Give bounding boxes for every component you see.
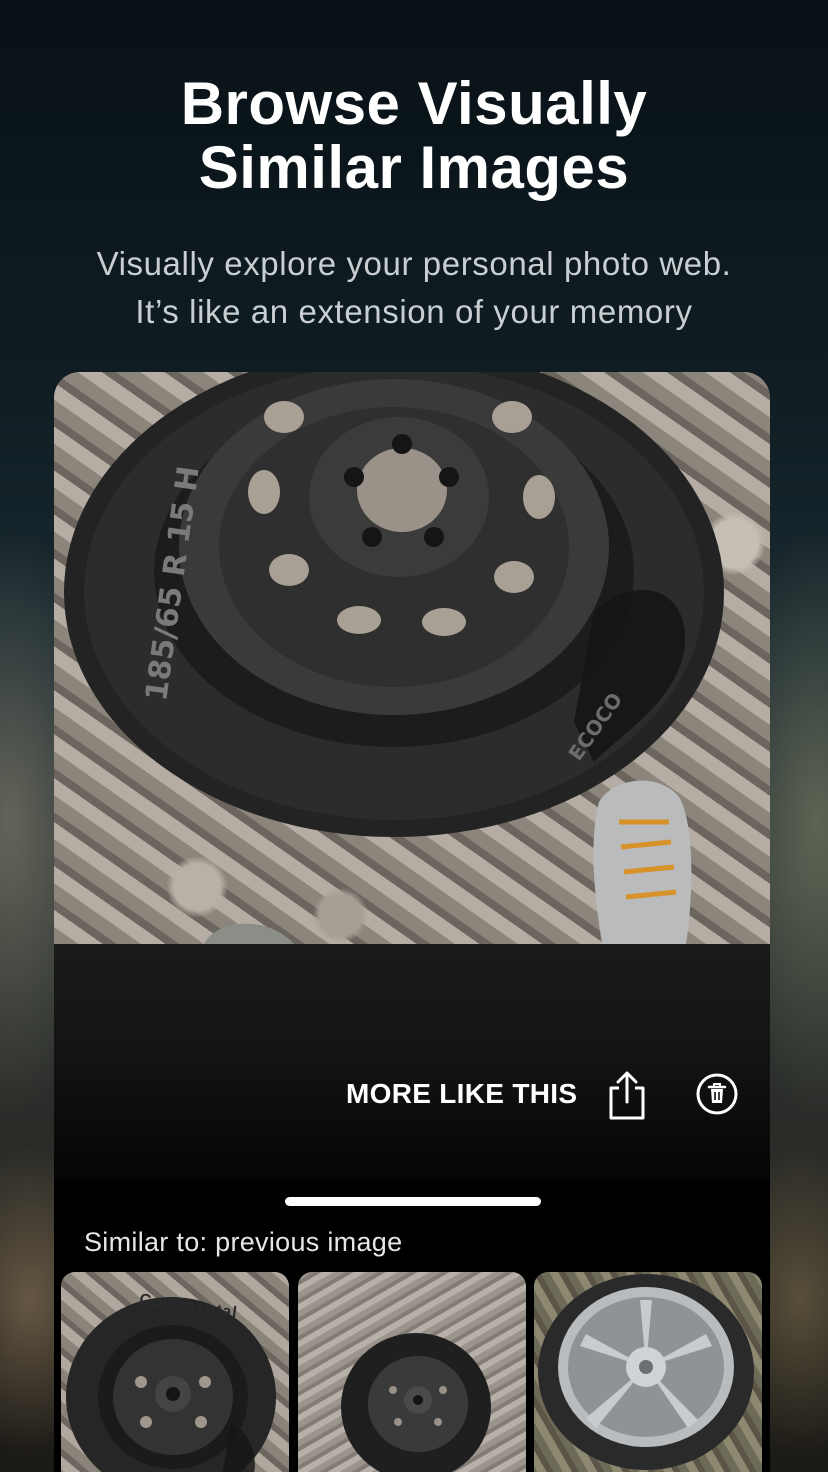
thumbnail-tire-illustration [341, 1333, 491, 1472]
similar-thumbnail[interactable] [534, 1272, 762, 1472]
similar-thumbnails: Continental [61, 1272, 765, 1472]
tire-illustration: 185/65 R 15 H ECOCO [64, 372, 724, 944]
photo-action-bar: MORE LIKE THIS [54, 1068, 770, 1128]
page-subtitle: Visually explore your personal photo web… [96, 245, 732, 330]
main-photo[interactable]: 185/65 R 15 H ECOCO [54, 372, 770, 944]
similar-section-label: Similar to: previous image [84, 1227, 403, 1257]
photo-overlay-gradient [54, 944, 770, 1180]
more-like-this-button[interactable]: MORE LIKE THIS [346, 1078, 577, 1110]
page-title: Browse Visually Similar Images [180, 70, 648, 201]
similar-thumbnail[interactable]: Continental [61, 1272, 289, 1472]
share-icon[interactable] [603, 1068, 651, 1124]
thumbnail-alloy-wheel-illustration [538, 1274, 754, 1470]
photo-viewer-card: 185/65 R 15 H ECOCO MORE LIKE THIS Simil… [54, 372, 770, 1472]
sheet-drag-handle[interactable] [285, 1197, 541, 1206]
similar-thumbnail[interactable] [298, 1272, 526, 1472]
trash-icon[interactable] [695, 1072, 739, 1116]
